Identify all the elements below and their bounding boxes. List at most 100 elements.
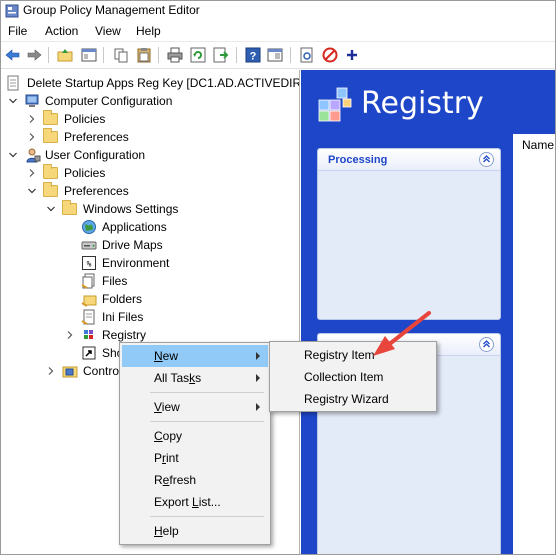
app-window: Group Policy Management Editor File Acti… xyxy=(0,0,556,555)
show-hide-tree-icon[interactable] xyxy=(80,46,98,64)
chevron-right-icon[interactable] xyxy=(27,167,37,177)
menu-file[interactable]: File xyxy=(8,24,27,38)
pane-title: Registry xyxy=(361,86,484,121)
tree-item-files[interactable]: Files xyxy=(1,272,299,290)
tree-item-label: User Configuration xyxy=(45,148,146,162)
tree-item-folders[interactable]: Folders xyxy=(1,290,299,308)
tree-item-label: Preferences xyxy=(64,184,129,198)
tree-item-label: Ini Files xyxy=(102,310,144,324)
forward-icon[interactable] xyxy=(25,46,43,64)
properties-icon[interactable] xyxy=(266,46,284,64)
tree-item-user-configuration[interactable]: User Configuration xyxy=(1,146,299,164)
items-list[interactable] xyxy=(513,134,555,554)
registry-icon xyxy=(81,327,97,343)
context-menu: New All Tasks View Copy Print Refresh Ex… xyxy=(119,342,271,545)
menu-label-part: L xyxy=(192,495,199,509)
tree-item-uc-preferences[interactable]: Preferences xyxy=(1,182,299,200)
menu-item-export-list[interactable]: Export List... xyxy=(122,491,268,513)
tree-item-label: Contro xyxy=(83,364,120,378)
collapse-icon[interactable] xyxy=(479,337,494,352)
gpo-editor-icon xyxy=(5,4,19,21)
processing-panel-title: Processing xyxy=(328,154,388,166)
tree-item-label: Windows Settings xyxy=(83,202,179,216)
menu-item-help[interactable]: Help xyxy=(122,520,268,542)
chevron-down-icon[interactable] xyxy=(27,185,37,195)
tree-item-label: Policies xyxy=(64,112,106,126)
menu-label-part: iew xyxy=(161,400,180,414)
chevron-right-icon[interactable] xyxy=(46,365,56,375)
menu-action[interactable]: Action xyxy=(45,24,78,38)
tree-root[interactable]: Delete Startup Apps Reg Key [DC1.AD.ACTI… xyxy=(1,74,300,92)
tree-item-environment[interactable]: % Environment xyxy=(1,254,299,272)
new-item-icon[interactable] xyxy=(298,46,316,64)
submenu-item-label: Collection Item xyxy=(304,370,384,384)
menu-help[interactable]: Help xyxy=(136,24,161,38)
tree-item-windows-settings[interactable]: Windows Settings xyxy=(1,200,299,218)
tree-item-applications[interactable]: Applications xyxy=(1,218,299,236)
column-header-name[interactable]: Name xyxy=(522,138,554,152)
submenu-item-registry-wizard[interactable]: Registry Wizard xyxy=(272,388,434,410)
menu-label-part: Export xyxy=(154,495,193,509)
menu-label-part: R xyxy=(154,473,163,487)
folders-icon xyxy=(81,291,97,307)
menu-item-view[interactable]: View xyxy=(122,396,268,418)
stop-icon[interactable] xyxy=(321,46,339,64)
menu-item-all-tasks[interactable]: All Tasks xyxy=(122,367,268,389)
drive-map-icon xyxy=(81,237,97,253)
refresh-icon[interactable] xyxy=(189,46,207,64)
chevron-right-icon[interactable] xyxy=(27,131,37,141)
folder-icon xyxy=(43,128,59,145)
help-icon[interactable]: ? xyxy=(244,46,262,64)
submenu-item-label: Registry Wizard xyxy=(304,392,389,406)
copy-icon[interactable] xyxy=(112,46,130,64)
menu-separator xyxy=(150,516,264,517)
menu-item-new[interactable]: New xyxy=(122,345,268,367)
environment-icon: % xyxy=(81,255,97,271)
chevron-down-icon[interactable] xyxy=(46,203,56,213)
tree-item-uc-policies[interactable]: Policies xyxy=(1,164,299,182)
control-panel-icon xyxy=(62,363,78,379)
registry-cubes-icon xyxy=(315,84,355,127)
menu-label-part: elp xyxy=(162,524,179,538)
toolbar-separator xyxy=(236,47,237,63)
chevron-right-icon[interactable] xyxy=(65,329,75,339)
menu-bar: File Action View Help xyxy=(1,21,555,41)
add-icon[interactable] xyxy=(343,46,361,64)
collapse-icon[interactable] xyxy=(479,152,494,167)
toolbar: ? xyxy=(1,41,555,69)
menu-label-part: V xyxy=(154,400,162,414)
menu-separator xyxy=(150,421,264,422)
tree-item-cc-preferences[interactable]: Preferences xyxy=(1,128,299,146)
menu-item-refresh[interactable]: Refresh xyxy=(122,469,268,491)
menu-item-print[interactable]: Print xyxy=(122,447,268,469)
menu-item-copy[interactable]: Copy xyxy=(122,425,268,447)
submenu-arrow-icon xyxy=(256,352,260,360)
toolbar-separator xyxy=(103,47,104,63)
chevron-down-icon[interactable] xyxy=(8,95,18,105)
tree-root-label: Delete Startup Apps Reg Key [DC1.AD.ACTI… xyxy=(27,76,300,90)
tree-item-label: Computer Configuration xyxy=(45,94,173,108)
computer-icon xyxy=(25,93,41,109)
tree-item-cc-policies[interactable]: Policies xyxy=(1,110,299,128)
tree-item-drive-maps[interactable]: Drive Maps xyxy=(1,236,299,254)
export-list-icon[interactable] xyxy=(212,46,230,64)
print-icon[interactable] xyxy=(166,46,184,64)
paste-icon[interactable] xyxy=(135,46,153,64)
folder-icon xyxy=(43,164,59,181)
chevron-right-icon[interactable] xyxy=(27,113,37,123)
ini-file-icon xyxy=(81,309,97,325)
tree-item-label: Files xyxy=(102,274,128,288)
menu-label-part: All Tas xyxy=(154,371,190,385)
submenu-item-collection-item[interactable]: Collection Item xyxy=(272,366,434,388)
up-folder-icon[interactable] xyxy=(56,46,74,64)
chevron-down-icon[interactable] xyxy=(8,149,18,159)
menu-separator xyxy=(150,392,264,393)
tree-item-computer-configuration[interactable]: Computer Configuration xyxy=(1,92,299,110)
svg-text:?: ? xyxy=(250,51,257,63)
menu-view[interactable]: View xyxy=(95,24,121,38)
tree-item-ini-files[interactable]: Ini Files xyxy=(1,308,299,326)
processing-panel-header: Processing xyxy=(318,149,500,171)
menu-label-part: ist... xyxy=(198,495,221,509)
back-icon[interactable] xyxy=(4,46,22,64)
user-icon xyxy=(25,147,41,163)
